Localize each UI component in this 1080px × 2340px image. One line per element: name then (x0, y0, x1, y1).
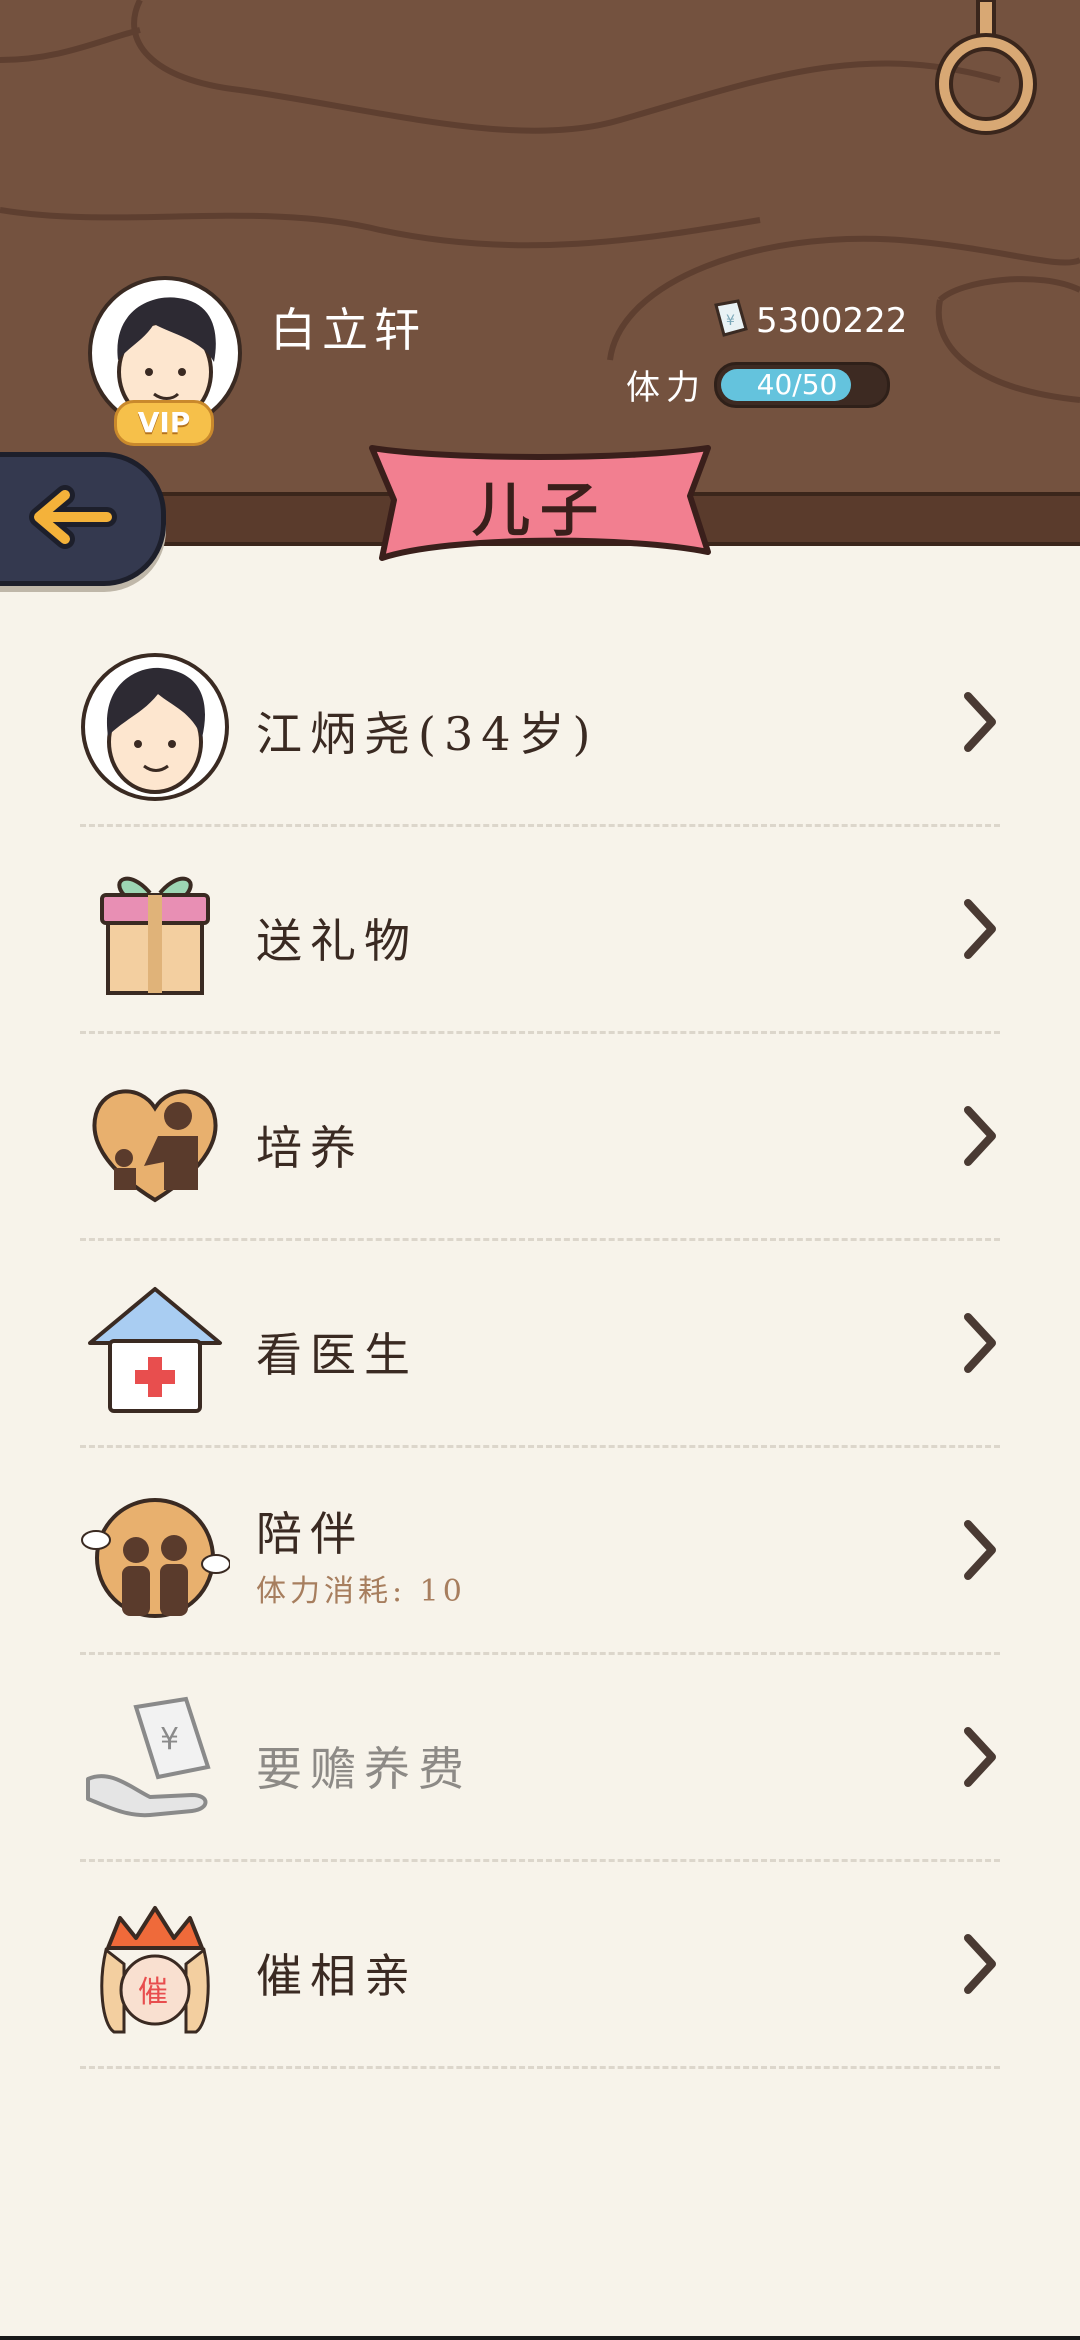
chevron-right-icon (964, 1727, 996, 1787)
chevron-right-icon (964, 692, 996, 752)
menu-item-label: 江炳尧(34岁) (256, 707, 599, 761)
bottom-edge (0, 2336, 1080, 2340)
settings-ring-icon[interactable] (930, 0, 1042, 140)
menu-item-label: 要赡养费 (256, 1742, 472, 1796)
chevron-right-icon (964, 1313, 996, 1373)
chevron-right-icon (964, 1934, 996, 1994)
menu-item-matchmaking[interactable]: 催 催相亲 (80, 1862, 1000, 2069)
menu-item-alimony[interactable]: ¥ 要赡养费 (80, 1655, 1000, 1862)
menu-item-label: 送礼物 (256, 914, 418, 968)
stamina-value: 40/50 (756, 368, 838, 401)
hospital-icon (88, 1287, 222, 1413)
svg-text:催: 催 (138, 1975, 168, 2010)
menu-item-label: 陪伴 (256, 1507, 364, 1561)
companionship-icon (81, 1498, 230, 1618)
menu-item-gift[interactable]: 送礼物 (80, 827, 1000, 1034)
action-menu: 江炳尧(34岁) 送礼物 培养 看医生 陪伴 体力消耗: 10 ¥ 要赡养费 催… (80, 620, 1000, 2069)
parent-child-heart-icon (92, 1089, 218, 1203)
banknote-icon: ¥ (714, 299, 748, 337)
chevron-right-icon (964, 1106, 996, 1166)
money-display: ¥ 5300222 (710, 296, 907, 346)
menu-item-train[interactable]: 培养 (80, 1034, 1000, 1241)
money-value: 5300222 (756, 301, 908, 341)
page-title: 儿子 (471, 476, 608, 544)
chevron-right-icon (964, 899, 996, 959)
menu-item-accompany[interactable]: 陪伴 体力消耗: 10 (80, 1448, 1000, 1655)
stamina-bar: 40/50 (714, 362, 890, 408)
urge-marriage-icon: 催 (100, 1906, 210, 2034)
gift-icon (100, 876, 210, 995)
stamina-label: 体力 (626, 368, 706, 408)
user-name: 白立轩 (270, 303, 426, 357)
son-avatar-icon (81, 653, 229, 801)
menu-item-label: 培养 (256, 1121, 364, 1175)
menu-item-son[interactable]: 江炳尧(34岁) (80, 620, 1000, 827)
money-hand-icon: ¥ (86, 1696, 211, 1818)
chevron-right-icon (964, 1520, 996, 1580)
svg-text:¥: ¥ (726, 313, 735, 329)
stamina-cost-text: 体力消耗: 10 (256, 1574, 466, 1609)
menu-item-doctor[interactable]: 看医生 (80, 1241, 1000, 1448)
back-arrow-icon (29, 485, 117, 549)
svg-text:¥: ¥ (160, 1722, 179, 1757)
vip-badge: VIP (114, 400, 214, 446)
menu-item-label: 看医生 (256, 1328, 418, 1382)
menu-item-label: 催相亲 (256, 1949, 418, 2003)
back-button[interactable] (0, 452, 166, 586)
